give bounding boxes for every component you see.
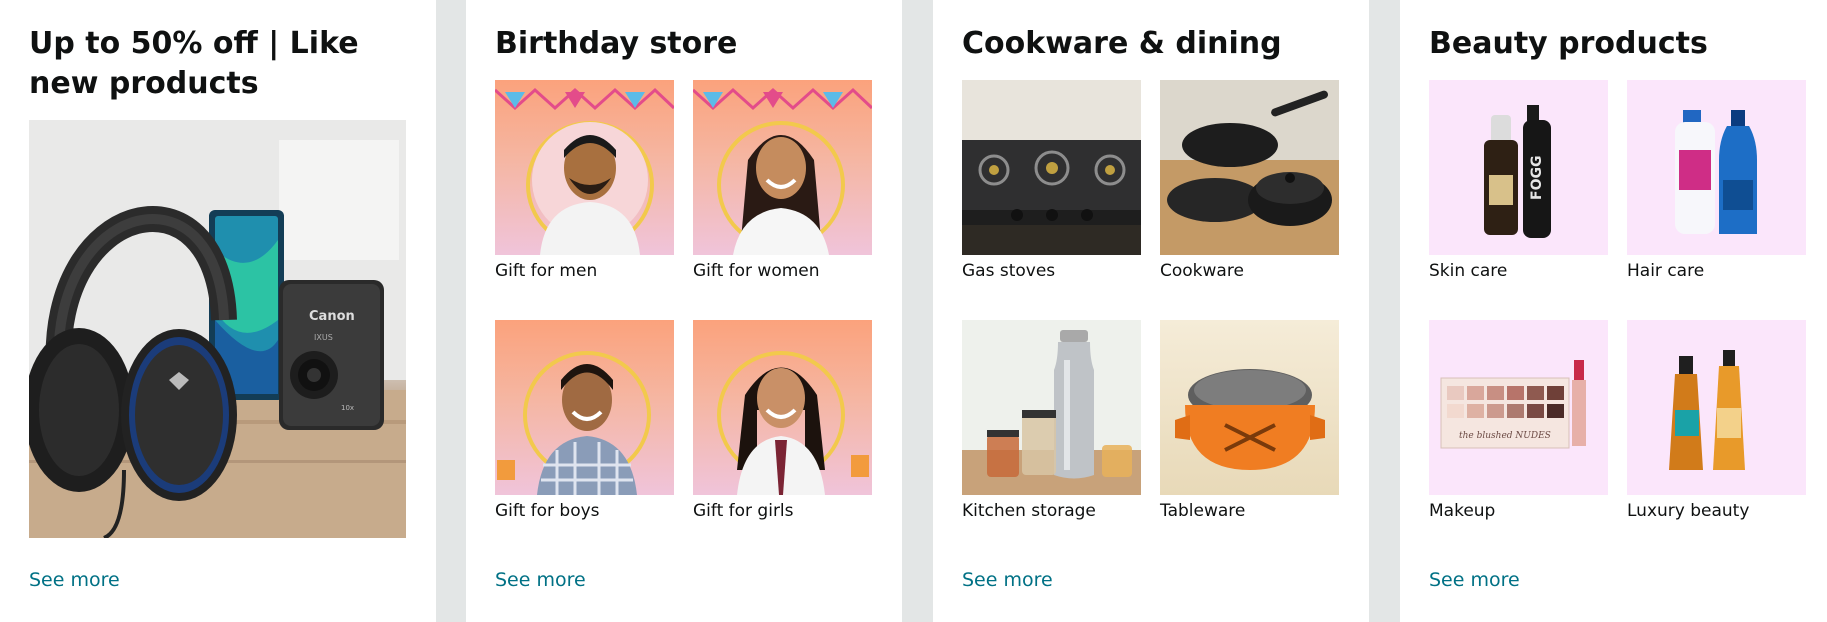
casserole-illustration	[1175, 369, 1325, 470]
tile-label: Gift for women	[693, 261, 820, 281]
face-wash-and-deodorant-illustration: FOGG	[1484, 105, 1551, 238]
luxury-beauty-image	[1627, 320, 1806, 495]
man-portrait-illustration	[495, 87, 674, 255]
tile-gift-for-men[interactable]: Gift for men	[495, 80, 674, 281]
deal-card-birthday-store: Birthday store Gift for men Gift for wom…	[466, 0, 902, 622]
see-more-link[interactable]: See more	[495, 569, 586, 591]
tile-label: Makeup	[1429, 501, 1496, 521]
tile-gift-for-boys[interactable]: Gift for boys	[495, 320, 674, 521]
tile-cookware[interactable]: Cookware	[1160, 80, 1339, 281]
tile-luxury-beauty[interactable]: Luxury beauty	[1627, 320, 1806, 521]
svg-text:10x: 10x	[341, 404, 354, 412]
see-more-link[interactable]: See more	[29, 569, 120, 591]
svg-text:the blushed NUDES: the blushed NUDES	[1459, 431, 1551, 441]
card-title: Up to 50% off | Like new products	[29, 26, 359, 101]
frying-pans-illustration	[1160, 80, 1339, 255]
tile-hair-care[interactable]: Hair care	[1627, 80, 1806, 281]
cookware-image	[1160, 80, 1339, 255]
tile-label: Cookware	[1160, 261, 1244, 281]
tableware-image	[1160, 320, 1339, 495]
see-more-link[interactable]: See more	[962, 569, 1053, 591]
tile-tableware[interactable]: Tableware	[1160, 320, 1339, 521]
tile-skin-care[interactable]: FOGG Skin care	[1429, 80, 1608, 281]
tile-label: Gift for men	[495, 261, 598, 281]
hair-care-image	[1627, 80, 1806, 255]
boy-portrait-illustration	[497, 351, 651, 495]
bottle-and-jars-illustration	[962, 320, 1141, 495]
card-title: Birthday store	[495, 26, 738, 61]
gift-for-men-image	[495, 80, 674, 255]
tile-label: Gift for boys	[495, 501, 600, 521]
skin-care-image: FOGG	[1429, 80, 1608, 255]
girl-portrait-illustration	[717, 351, 869, 495]
eyeshadow-palette-illustration: the blushed NUDES	[1440, 360, 1586, 449]
tile-label: Luxury beauty	[1627, 501, 1750, 521]
tile-label: Hair care	[1627, 261, 1705, 281]
gas-stove-illustration	[962, 80, 1141, 255]
tile-gift-for-girls[interactable]: Gift for girls	[693, 320, 872, 521]
tile-label: Skin care	[1429, 261, 1508, 281]
woman-portrait-illustration	[693, 87, 872, 255]
gas-stoves-image	[962, 80, 1141, 255]
svg-text:FOGG: FOGG	[1529, 156, 1545, 200]
card-title: Beauty products	[1429, 26, 1708, 61]
gift-for-women-image	[693, 80, 872, 255]
shampoo-and-oil-illustration	[1675, 110, 1757, 234]
deal-card-cookware-dining: Cookware & dining Gas stoves Cookware Ki…	[933, 0, 1369, 622]
tile-label: Kitchen storage	[962, 501, 1096, 521]
gift-for-boys-image	[495, 320, 674, 495]
hair-oil-bottles-illustration	[1669, 350, 1745, 470]
svg-text:Canon: Canon	[309, 309, 355, 324]
see-more-link[interactable]: See more	[1429, 569, 1520, 591]
card-title: Cookware & dining	[962, 26, 1282, 61]
deal-card-like-new: Up to 50% off | Like new products Canon …	[0, 0, 436, 622]
like-new-products-image[interactable]: Canon IXUS 10x	[29, 120, 406, 538]
tile-gas-stoves[interactable]: Gas stoves	[962, 80, 1141, 281]
tile-makeup[interactable]: the blushed NUDES Makeup	[1429, 320, 1608, 521]
kitchen-storage-image	[962, 320, 1141, 495]
headphones-camera-phone-illustration: Canon IXUS 10x	[29, 120, 406, 538]
makeup-image: the blushed NUDES	[1429, 320, 1608, 495]
tile-kitchen-storage[interactable]: Kitchen storage	[962, 320, 1141, 521]
tile-label: Gas stoves	[962, 261, 1056, 281]
tile-label: Tableware	[1160, 501, 1246, 521]
svg-text:IXUS: IXUS	[314, 333, 333, 342]
tile-gift-for-women[interactable]: Gift for women	[693, 80, 872, 281]
deal-card-beauty-products: Beauty products FOGG Skin care Hair care…	[1400, 0, 1827, 622]
tile-label: Gift for girls	[693, 501, 794, 521]
gift-for-girls-image	[693, 320, 872, 495]
